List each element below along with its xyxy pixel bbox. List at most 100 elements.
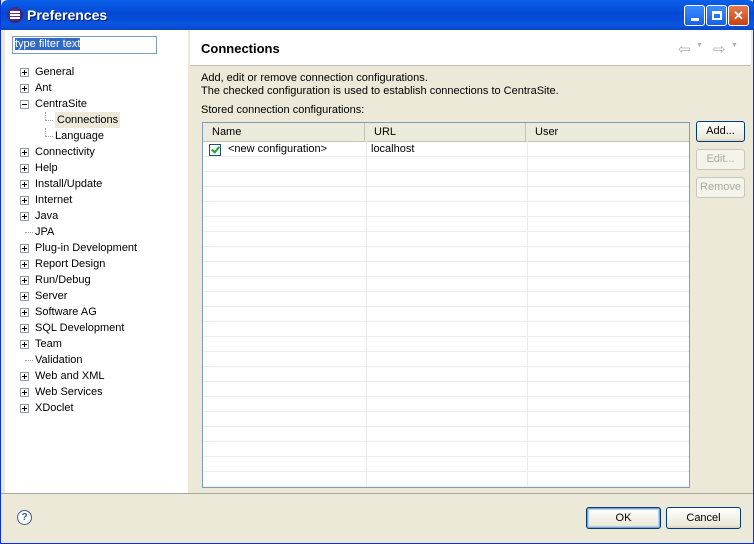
tree-item-label: Web and XML [35, 370, 105, 382]
table-row [203, 187, 689, 202]
table-row [203, 157, 689, 172]
tree-item[interactable]: Connections [5, 112, 188, 128]
expand-icon[interactable] [20, 388, 29, 397]
tree-item[interactable]: Plug-in Development [5, 240, 188, 256]
expand-icon[interactable] [20, 212, 29, 221]
table-row [203, 247, 689, 262]
tree-item-label: CentraSite [35, 98, 87, 110]
expand-icon[interactable] [20, 260, 29, 269]
edit-button-label: Edit... [706, 153, 735, 165]
cell-url: localhost [371, 143, 415, 155]
help-icon[interactable]: ? [17, 510, 32, 525]
tree-connector [25, 360, 33, 362]
close-button[interactable]: ✕ [728, 5, 749, 26]
tree-item[interactable]: Web Services [5, 384, 188, 400]
tree-item[interactable]: Validation [5, 352, 188, 368]
table-row [203, 412, 689, 427]
expand-icon[interactable] [20, 404, 29, 413]
tree-item-label: Help [35, 162, 58, 174]
expand-icon[interactable] [20, 324, 29, 333]
tree-item[interactable]: Software AG [5, 304, 188, 320]
expand-icon[interactable] [20, 196, 29, 205]
row-checkbox[interactable] [209, 144, 221, 156]
table-row [203, 217, 689, 232]
table-row [203, 232, 689, 247]
tree-item[interactable]: XDoclet [5, 400, 188, 416]
expand-icon[interactable] [20, 308, 29, 317]
page-description-line1: Add, edit or remove connection configura… [201, 72, 428, 84]
tree-item[interactable]: Language [5, 128, 188, 144]
table-row [203, 172, 689, 187]
table-row [203, 277, 689, 292]
expand-icon[interactable] [20, 292, 29, 301]
collapse-icon[interactable] [20, 100, 29, 109]
page-header: Connections ⇦ ▼ ⇨ ▼ [190, 30, 751, 66]
expand-icon[interactable] [20, 340, 29, 349]
tree-connector [25, 232, 33, 234]
add-button-label: Add... [706, 125, 735, 137]
tree-item[interactable]: Web and XML [5, 368, 188, 384]
tree-item-label: XDoclet [35, 402, 74, 414]
tree-item[interactable]: Connectivity [5, 144, 188, 160]
table-row[interactable]: <new configuration> localhost [203, 142, 689, 157]
tree-item[interactable]: JPA [5, 224, 188, 240]
tree-item-label: Report Design [35, 258, 106, 270]
expand-icon[interactable] [20, 84, 29, 93]
tree-item-label: Software AG [35, 306, 97, 318]
remove-button[interactable]: Remove [696, 177, 745, 198]
tree-item-label: Language [55, 130, 104, 142]
remove-button-label: Remove [700, 181, 741, 193]
expand-icon[interactable] [20, 244, 29, 253]
tree-item[interactable]: Report Design [5, 256, 188, 272]
column-header-name[interactable]: Name [203, 123, 365, 141]
tree-item[interactable]: Install/Update [5, 176, 188, 192]
ok-button[interactable]: OK [586, 507, 661, 529]
expand-icon[interactable] [20, 276, 29, 285]
expand-icon[interactable] [20, 180, 29, 189]
table-row [203, 472, 689, 487]
tree-item-label: Internet [35, 194, 73, 206]
tree-item[interactable]: SQL Development [5, 320, 188, 336]
tree-item[interactable]: Help [5, 160, 188, 176]
table-row [203, 352, 689, 367]
filter-input[interactable]: type filter text [12, 36, 157, 54]
tree-item[interactable]: Server [5, 288, 188, 304]
tree-item-label: Install/Update [35, 178, 103, 190]
column-header-user[interactable]: User [526, 123, 689, 141]
column-header-url[interactable]: URL [365, 123, 526, 141]
back-arrow-icon[interactable]: ⇦ [678, 40, 691, 58]
expand-icon[interactable] [20, 148, 29, 157]
tree-item-label: Ant [35, 82, 52, 94]
tree-item[interactable]: Java [5, 208, 188, 224]
maximize-button[interactable] [706, 5, 727, 26]
tree-item[interactable]: Internet [5, 192, 188, 208]
page-title: Connections [201, 41, 280, 56]
eclipse-icon [7, 7, 23, 23]
expand-icon[interactable] [20, 372, 29, 381]
tree-item[interactable]: Ant [5, 80, 188, 96]
edit-button[interactable]: Edit... [696, 149, 745, 170]
forward-dropdown-icon[interactable]: ▼ [731, 42, 738, 49]
cancel-button[interactable]: Cancel [666, 507, 741, 529]
tree-item-label: Java [35, 210, 59, 222]
back-dropdown-icon[interactable]: ▼ [696, 42, 703, 49]
cell-name: <new configuration> [228, 143, 328, 155]
table-header: Name URL User [203, 123, 689, 142]
tree-item[interactable]: Team [5, 336, 188, 352]
expand-icon[interactable] [20, 164, 29, 173]
minimize-button[interactable] [684, 5, 705, 26]
tree-item[interactable]: General [5, 64, 188, 80]
tree-connector [45, 120, 53, 122]
minimize-icon [690, 18, 699, 21]
title-bar[interactable]: Preferences ✕ [1, 0, 754, 30]
expand-icon[interactable] [20, 68, 29, 77]
connections-table[interactable]: Name URL User <new configuration> localho… [202, 122, 690, 488]
forward-arrow-icon[interactable]: ⇨ [713, 40, 726, 58]
tree-connector [45, 112, 47, 120]
add-button[interactable]: Add... [696, 121, 745, 142]
tree-item[interactable]: Run/Debug [5, 272, 188, 288]
footer-separator [1, 493, 753, 494]
table-row [203, 397, 689, 412]
tree-item[interactable]: CentraSite [5, 96, 188, 112]
tree-connector [45, 136, 53, 138]
